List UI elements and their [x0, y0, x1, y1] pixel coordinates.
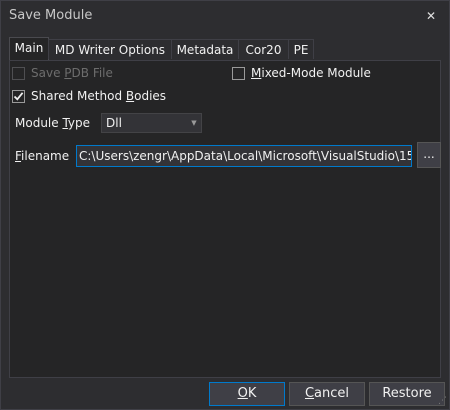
- close-button[interactable]: ✕: [413, 1, 449, 31]
- tab-cor20[interactable]: Cor20: [238, 39, 289, 59]
- module-type-label: Module Type: [15, 116, 91, 130]
- mixed-mode-label: Mixed-Mode Module: [251, 66, 371, 80]
- tab-main[interactable]: Main: [9, 37, 49, 60]
- browse-button[interactable]: ...: [417, 142, 441, 168]
- window-title: Save Module: [9, 8, 93, 23]
- filename-label: Filename: [15, 149, 70, 163]
- module-type-select[interactable]: Dll ▼: [101, 113, 202, 133]
- main-tab-panel: [9, 60, 441, 378]
- mixed-mode-checkbox[interactable]: [232, 66, 245, 80]
- shared-bodies-label: Shared Method Bodies: [31, 89, 167, 103]
- tab-pe[interactable]: PE: [288, 39, 314, 59]
- save-pdb-label: Save PDB File: [31, 66, 113, 80]
- shared-bodies-checkbox[interactable]: [12, 89, 25, 103]
- checkmark-icon: [13, 91, 24, 101]
- close-icon: ✕: [425, 9, 437, 23]
- title-bar: Save Module ✕: [1, 1, 449, 31]
- shared-bodies-checkbox-row: Shared Method Bodies: [12, 89, 166, 103]
- restore-button[interactable]: Restore: [369, 382, 445, 406]
- resize-grip-icon[interactable]: ⋰: [438, 396, 447, 406]
- save-pdb-checkbox-row: Save PDB File: [12, 66, 113, 80]
- filename-input[interactable]: C:\Users\zengr\AppData\Local\Microsoft\V…: [76, 145, 412, 167]
- chevron-down-icon: ▼: [191, 119, 197, 127]
- filename-label-row: Filename: [15, 149, 69, 163]
- mixed-mode-checkbox-row: Mixed-Mode Module: [232, 66, 371, 80]
- ok-button[interactable]: OK: [209, 382, 285, 406]
- save-module-dialog: Save Module ✕ Main MD Writer Options Met…: [0, 0, 450, 410]
- module-type-value: Dll: [106, 116, 122, 130]
- tab-md-writer-options[interactable]: MD Writer Options: [48, 39, 172, 59]
- tab-metadata[interactable]: Metadata: [171, 39, 239, 59]
- cancel-button[interactable]: Cancel: [289, 382, 365, 406]
- filename-value: C:\Users\zengr\AppData\Local\Microsoft\V…: [79, 149, 412, 163]
- save-pdb-checkbox[interactable]: [12, 66, 25, 80]
